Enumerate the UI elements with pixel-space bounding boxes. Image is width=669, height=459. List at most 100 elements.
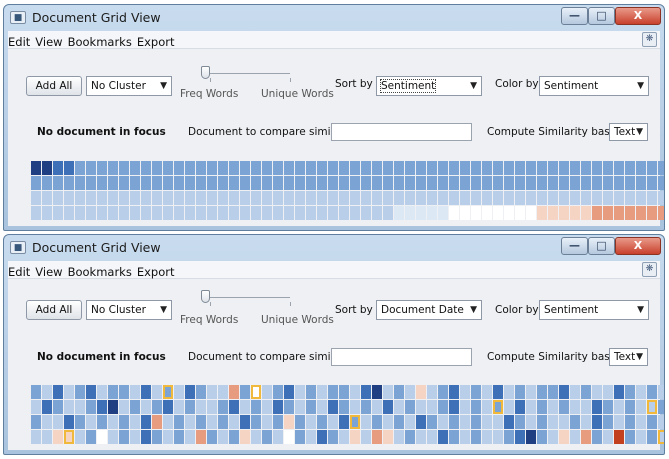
document-tile[interactable] — [636, 176, 646, 190]
document-tile[interactable] — [372, 191, 382, 205]
document-tile[interactable] — [229, 415, 239, 429]
document-tile[interactable] — [174, 415, 184, 429]
document-tile[interactable] — [306, 176, 316, 190]
document-tile[interactable] — [273, 400, 283, 414]
document-tile[interactable] — [273, 385, 283, 399]
document-tile[interactable] — [229, 176, 239, 190]
document-tile[interactable] — [482, 385, 492, 399]
document-tile[interactable] — [130, 430, 140, 444]
document-tile[interactable] — [350, 430, 360, 444]
document-tile[interactable] — [482, 176, 492, 190]
document-tile[interactable] — [284, 161, 294, 175]
document-tile[interactable] — [229, 161, 239, 175]
document-tile[interactable] — [284, 191, 294, 205]
document-tile[interactable] — [339, 176, 349, 190]
document-tile[interactable] — [559, 191, 569, 205]
document-tile[interactable] — [504, 385, 514, 399]
document-tile[interactable] — [372, 206, 382, 220]
document-tile[interactable] — [196, 191, 206, 205]
document-tile[interactable] — [614, 385, 624, 399]
document-tile[interactable] — [185, 176, 195, 190]
document-tile[interactable] — [625, 176, 635, 190]
document-tile[interactable] — [163, 176, 173, 190]
document-tile[interactable] — [152, 430, 162, 444]
document-tile[interactable] — [218, 176, 228, 190]
document-tile[interactable] — [350, 400, 360, 414]
document-tile[interactable] — [130, 415, 140, 429]
document-tile[interactable] — [251, 191, 261, 205]
minimize-button[interactable]: — — [561, 237, 588, 255]
document-tile[interactable] — [306, 415, 316, 429]
document-tile[interactable] — [295, 385, 305, 399]
document-tile[interactable] — [31, 191, 41, 205]
document-tile[interactable] — [141, 206, 151, 220]
document-tile[interactable] — [42, 400, 52, 414]
document-tile[interactable] — [284, 400, 294, 414]
document-tile[interactable] — [42, 176, 52, 190]
document-tile[interactable] — [603, 176, 613, 190]
document-tile[interactable] — [339, 400, 349, 414]
document-tile[interactable] — [174, 206, 184, 220]
document-tile[interactable] — [108, 415, 118, 429]
document-tile[interactable] — [328, 191, 338, 205]
document-tile[interactable] — [350, 206, 360, 220]
document-tile[interactable] — [427, 206, 437, 220]
document-tile[interactable] — [64, 191, 74, 205]
document-tile[interactable] — [75, 415, 85, 429]
document-tile[interactable] — [581, 206, 591, 220]
document-tile[interactable] — [394, 385, 404, 399]
compare-field[interactable] — [331, 123, 472, 141]
document-tile[interactable] — [405, 400, 415, 414]
document-tile[interactable] — [141, 385, 151, 399]
document-tile[interactable] — [229, 385, 239, 399]
document-tile[interactable] — [636, 385, 646, 399]
document-tile[interactable] — [196, 400, 206, 414]
document-tile[interactable] — [361, 430, 371, 444]
document-tile[interactable] — [273, 161, 283, 175]
document-tile[interactable] — [592, 385, 602, 399]
document-tile[interactable] — [471, 400, 481, 414]
add-all-button[interactable]: Add All — [26, 300, 82, 320]
color-by-select[interactable]: Sentiment ▼ — [539, 300, 649, 320]
document-tile[interactable] — [361, 176, 371, 190]
document-tile[interactable] — [471, 176, 481, 190]
document-tile[interactable] — [603, 430, 613, 444]
document-tile[interactable] — [460, 191, 470, 205]
document-tile[interactable] — [130, 206, 140, 220]
document-tile[interactable] — [548, 400, 558, 414]
document-tile[interactable] — [416, 385, 426, 399]
document-tile[interactable] — [603, 206, 613, 220]
document-tile[interactable] — [361, 385, 371, 399]
document-tile[interactable] — [383, 400, 393, 414]
document-tile[interactable] — [317, 385, 327, 399]
document-tile[interactable] — [460, 161, 470, 175]
document-tile[interactable] — [405, 385, 415, 399]
document-tile[interactable] — [581, 430, 591, 444]
document-tile[interactable] — [64, 430, 74, 444]
document-tile[interactable] — [471, 385, 481, 399]
document-tile[interactable] — [350, 385, 360, 399]
document-tile[interactable] — [636, 430, 646, 444]
word-slider-handle[interactable] — [201, 66, 210, 79]
document-tile[interactable] — [383, 161, 393, 175]
document-tile[interactable] — [658, 161, 664, 175]
document-tile[interactable] — [240, 415, 250, 429]
document-tile[interactable] — [438, 161, 448, 175]
document-tile[interactable] — [328, 176, 338, 190]
document-tile[interactable] — [394, 415, 404, 429]
document-tile[interactable] — [614, 415, 624, 429]
add-all-button[interactable]: Add All — [26, 76, 82, 96]
document-tile[interactable] — [548, 206, 558, 220]
document-tile[interactable] — [537, 385, 547, 399]
document-tile[interactable] — [504, 191, 514, 205]
document-tile[interactable] — [482, 400, 492, 414]
document-tile[interactable] — [449, 191, 459, 205]
document-tile[interactable] — [460, 400, 470, 414]
document-tile[interactable] — [537, 191, 547, 205]
document-tile[interactable] — [108, 176, 118, 190]
document-tile[interactable] — [108, 430, 118, 444]
document-tile[interactable] — [174, 400, 184, 414]
document-tile[interactable] — [141, 176, 151, 190]
document-tile[interactable] — [64, 176, 74, 190]
document-tile[interactable] — [42, 206, 52, 220]
